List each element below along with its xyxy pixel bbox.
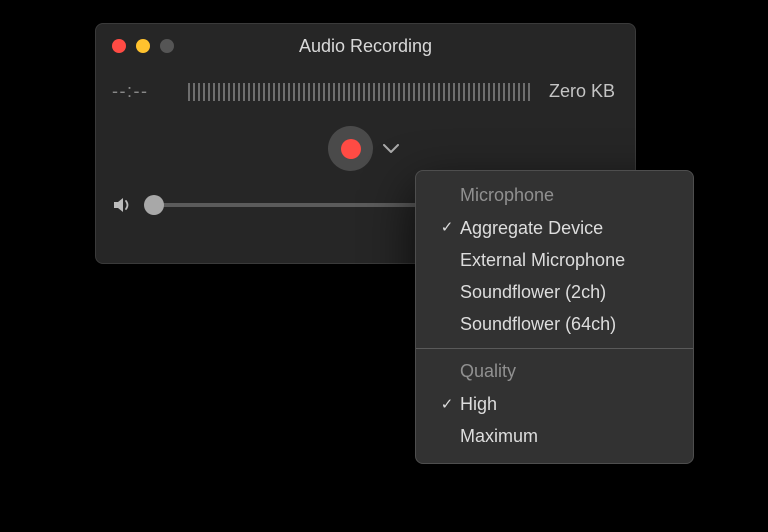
menu-item-aggregate-device[interactable]: ✓ Aggregate Device (416, 212, 693, 244)
record-button[interactable] (328, 126, 373, 171)
slider-thumb[interactable] (144, 195, 164, 215)
file-size: Zero KB (549, 81, 615, 102)
menu-item-soundflower-2ch[interactable]: Soundflower (2ch) (416, 276, 693, 308)
menu-item-quality-high[interactable]: ✓ High (416, 388, 693, 420)
menu-header-microphone: Microphone (416, 179, 693, 212)
menu-separator (416, 348, 693, 349)
menu-item-label: External Microphone (460, 247, 625, 273)
speaker-icon (112, 195, 134, 215)
checkmark-icon: ✓ (434, 394, 460, 416)
menu-item-soundflower-64ch[interactable]: Soundflower (64ch) (416, 308, 693, 340)
menu-item-label: Soundflower (2ch) (460, 279, 606, 305)
record-row (112, 126, 615, 171)
menu-header-quality: Quality (416, 355, 693, 388)
checkmark-icon: ✓ (434, 217, 460, 239)
titlebar: Audio Recording (112, 35, 615, 57)
menu-item-label: Maximum (460, 423, 538, 449)
zoom-button[interactable] (160, 39, 174, 53)
window-title: Audio Recording (96, 36, 635, 57)
menu-item-external-microphone[interactable]: External Microphone (416, 244, 693, 276)
traffic-lights (112, 39, 174, 53)
info-row: --:-- Zero KB (112, 81, 615, 102)
menu-item-label: Aggregate Device (460, 215, 603, 241)
record-icon (341, 139, 361, 159)
minimize-button[interactable] (136, 39, 150, 53)
record-options-button[interactable] (383, 144, 399, 154)
level-meter (188, 83, 533, 101)
close-button[interactable] (112, 39, 126, 53)
record-options-menu: Microphone ✓ Aggregate Device External M… (415, 170, 694, 464)
elapsed-time: --:-- (112, 81, 172, 102)
menu-item-quality-maximum[interactable]: Maximum (416, 420, 693, 452)
menu-item-label: High (460, 391, 497, 417)
menu-item-label: Soundflower (64ch) (460, 311, 616, 337)
